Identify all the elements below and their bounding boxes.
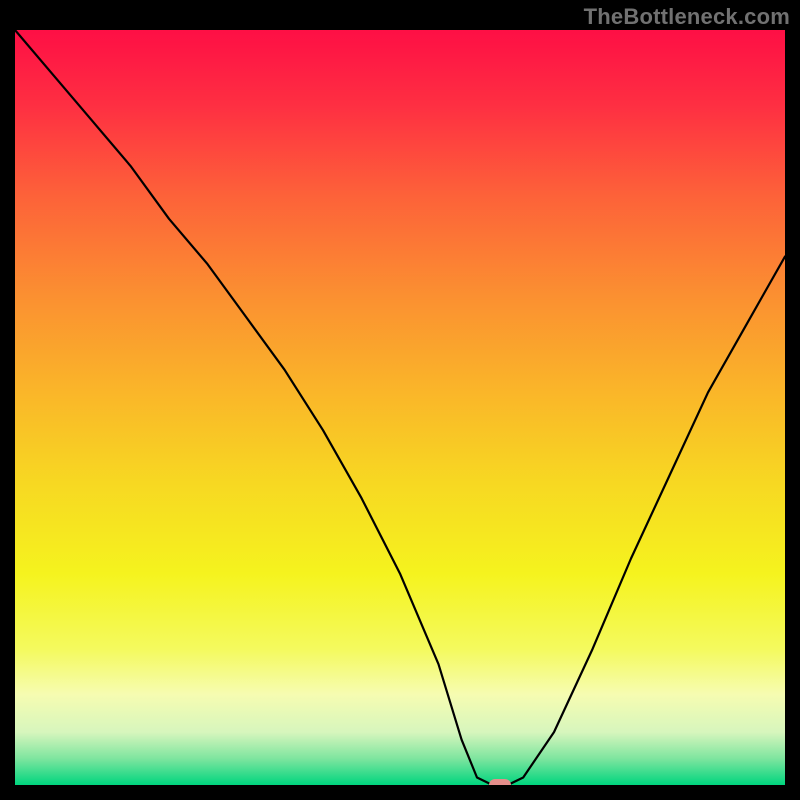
chart-svg <box>15 30 785 785</box>
plot-area <box>15 30 785 785</box>
watermark-text: TheBottleneck.com <box>584 4 790 30</box>
chart-frame: TheBottleneck.com <box>0 0 800 800</box>
gradient-rect <box>15 30 785 785</box>
